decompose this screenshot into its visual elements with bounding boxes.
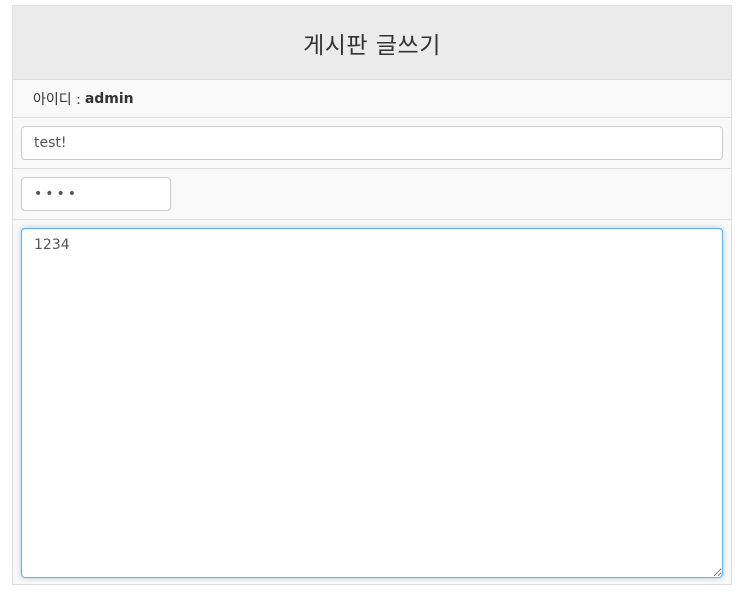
password-input[interactable]	[21, 177, 171, 211]
page-title: 게시판 글쓰기	[303, 32, 441, 59]
board-write-form: 게시판 글쓰기 아이디 : admin 1234	[12, 5, 732, 585]
user-id-label: 아이디 :	[33, 91, 81, 108]
title-row: 게시판 글쓰기	[13, 6, 731, 80]
user-id-value: admin	[84, 90, 134, 107]
content-row: 1234	[13, 220, 731, 584]
subject-input[interactable]	[21, 126, 723, 160]
content-textarea[interactable]: 1234	[21, 228, 723, 578]
user-id-row: 아이디 : admin	[13, 80, 731, 118]
password-row	[13, 169, 731, 220]
subject-row	[13, 118, 731, 169]
